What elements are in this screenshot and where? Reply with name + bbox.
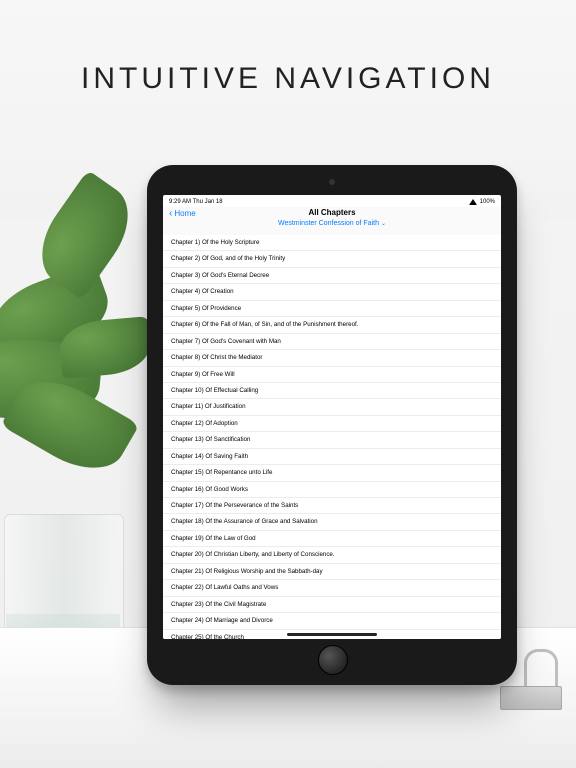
chapter-row[interactable]: Chapter 6) Of the Fall of Man, of Sin, a… xyxy=(163,317,501,333)
document-selector[interactable]: Westminster Confession of Faith⌄ xyxy=(163,220,501,227)
chapter-row[interactable]: Chapter 5) Of Providence xyxy=(163,301,501,317)
front-camera xyxy=(329,179,335,185)
status-bar: 9:29 AM Thu Jan 18 100% xyxy=(163,195,501,207)
home-button[interactable] xyxy=(318,645,348,675)
headline: INTUITIVE NAVIGATION xyxy=(0,62,576,96)
chapter-row[interactable]: Chapter 13) Of Sanctification xyxy=(163,432,501,448)
chapter-row[interactable]: Chapter 7) Of God's Covenant with Man xyxy=(163,334,501,350)
home-indicator xyxy=(287,633,377,636)
chapter-row[interactable]: Chapter 1) Of the Holy Scripture xyxy=(163,235,501,251)
tablet-screen: 9:29 AM Thu Jan 18 100% ‹ Home All Chapt… xyxy=(163,195,501,639)
nav-header: ‹ Home All Chapters Westminster Confessi… xyxy=(163,207,501,236)
chapter-row[interactable]: Chapter 20) Of Christian Liberty, and Li… xyxy=(163,547,501,563)
chapter-row[interactable]: Chapter 22) Of Lawful Oaths and Vows xyxy=(163,580,501,596)
chapter-row[interactable]: Chapter 23) Of the Civil Magistrate xyxy=(163,597,501,613)
chapter-row[interactable]: Chapter 21) Of Religious Worship and the… xyxy=(163,564,501,580)
promo-scene: INTUITIVE NAVIGATION 9:29 AM Thu Jan 18 … xyxy=(0,0,576,768)
chapter-row[interactable]: Chapter 3) Of God's Eternal Decree xyxy=(163,268,501,284)
chapter-row[interactable]: Chapter 9) Of Free Will xyxy=(163,367,501,383)
chapter-row[interactable]: Chapter 17) Of the Perseverance of the S… xyxy=(163,498,501,514)
chapter-row[interactable]: Chapter 15) Of Repentance unto Life xyxy=(163,465,501,481)
document-name: Westminster Confession of Faith xyxy=(278,220,379,227)
status-time: 9:29 AM Thu Jan 18 xyxy=(169,199,223,205)
chapter-row[interactable]: Chapter 4) Of Creation xyxy=(163,284,501,300)
chapter-row[interactable]: Chapter 8) Of Christ the Mediator xyxy=(163,350,501,366)
chapter-row[interactable]: Chapter 14) Of Saving Faith xyxy=(163,449,501,465)
chapter-row[interactable]: Chapter 11) Of Justification xyxy=(163,399,501,415)
wifi-icon xyxy=(469,199,477,205)
chapter-row[interactable]: Chapter 10) Of Effectual Calling xyxy=(163,383,501,399)
status-battery: 100% xyxy=(480,199,495,205)
chapter-row[interactable]: Chapter 2) Of God, and of the Holy Trini… xyxy=(163,251,501,267)
chapter-row[interactable]: Chapter 12) Of Adoption xyxy=(163,416,501,432)
chapter-row[interactable]: Chapter 16) Of Good Works xyxy=(163,482,501,498)
chapter-list[interactable]: Chapter 1) Of the Holy ScriptureChapter … xyxy=(163,235,501,639)
tablet-device: 9:29 AM Thu Jan 18 100% ‹ Home All Chapt… xyxy=(147,165,517,685)
chapter-row[interactable]: Chapter 18) Of the Assurance of Grace an… xyxy=(163,514,501,530)
chapter-row[interactable]: Chapter 24) Of Marriage and Divorce xyxy=(163,613,501,629)
chapter-row[interactable]: Chapter 19) Of the Law of God xyxy=(163,531,501,547)
page-title: All Chapters xyxy=(163,208,501,217)
chevron-down-icon: ⌄ xyxy=(381,221,386,227)
